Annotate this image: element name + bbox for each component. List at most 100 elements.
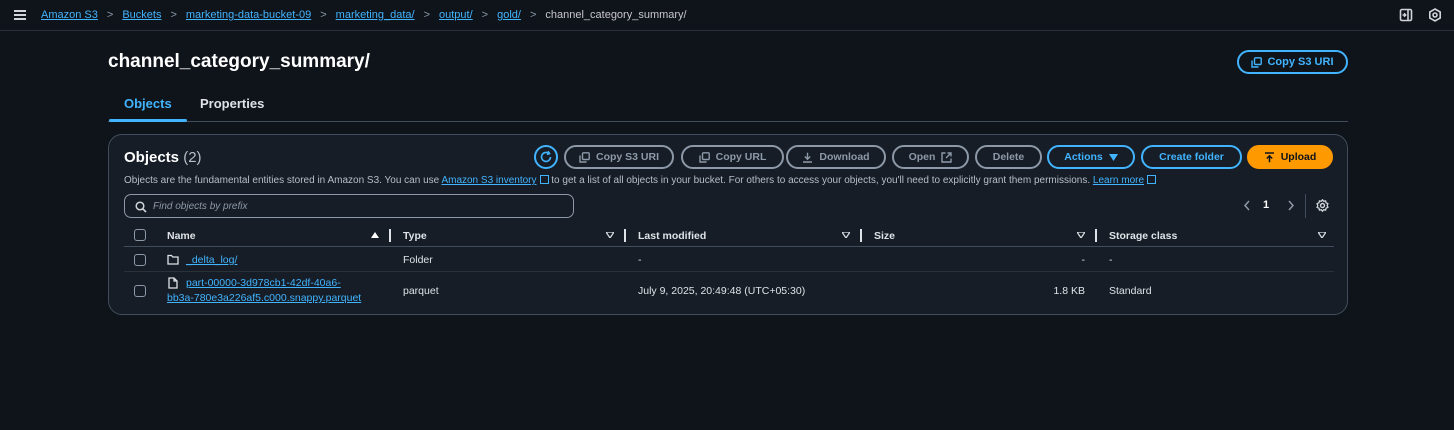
description-text-2: to get a list of all objects in your buc… xyxy=(551,175,1091,186)
actions-button-label: Actions xyxy=(1064,151,1103,163)
external-link-icon xyxy=(1147,175,1157,184)
column-resizer[interactable] xyxy=(624,229,626,242)
tab-bar: Objects Properties xyxy=(108,92,1348,122)
objects-count: (2) xyxy=(183,149,202,166)
breadcrumb-bucket[interactable]: marketing-data-bucket-09 xyxy=(186,9,311,21)
pager-divider xyxy=(1305,194,1306,218)
tab-objects[interactable]: Objects xyxy=(109,96,187,122)
copy-s3-uri-header-button[interactable]: Copy S3 URI xyxy=(1237,50,1348,74)
copy-icon xyxy=(579,151,590,163)
row-size: 1.8 KB xyxy=(1053,285,1085,297)
breadcrumb-buckets[interactable]: Buckets xyxy=(122,9,161,21)
column-type[interactable]: Type xyxy=(403,230,427,242)
row-checkbox[interactable] xyxy=(134,254,146,266)
column-name[interactable]: Name xyxy=(167,230,196,242)
breadcrumb-current: channel_category_summary/ xyxy=(545,9,687,21)
sort-icon[interactable] xyxy=(606,232,614,238)
copy-s3-uri-button[interactable]: Copy S3 URI xyxy=(564,145,674,169)
sort-ascending-icon[interactable] xyxy=(371,232,379,238)
upload-icon xyxy=(1264,151,1274,162)
row-type: parquet xyxy=(403,285,439,297)
select-all-checkbox[interactable] xyxy=(134,229,146,241)
row-last-modified: - xyxy=(638,254,642,266)
external-link-icon xyxy=(539,175,549,184)
objects-panel: Objects (2) Copy S3 URI Copy URL Downloa… xyxy=(108,134,1348,315)
description-text: Objects are the fundamental entities sto… xyxy=(124,175,440,186)
column-last-modified[interactable]: Last modified xyxy=(638,230,706,242)
objects-heading-label: Objects xyxy=(124,149,180,166)
external-link-icon xyxy=(941,151,953,163)
search-icon xyxy=(135,201,147,213)
create-folder-button-label: Create folder xyxy=(1159,151,1224,163)
copy-icon xyxy=(1251,56,1263,68)
delete-button-label: Delete xyxy=(992,151,1025,163)
row-type: Folder xyxy=(403,254,433,266)
sort-icon[interactable] xyxy=(1318,232,1326,238)
actions-dropdown-button[interactable]: Actions xyxy=(1047,145,1135,169)
folder-icon xyxy=(167,254,179,265)
search-field[interactable] xyxy=(124,194,574,218)
copy-s3-uri-label: Copy S3 URI xyxy=(1267,56,1334,68)
breadcrumb: Amazon S3 > Buckets > marketing-data-buc… xyxy=(41,9,687,21)
refresh-icon xyxy=(540,150,552,163)
objects-heading: Objects (2) xyxy=(124,149,202,166)
table-row[interactable]: _delta_log/ Folder - - - xyxy=(124,248,1334,272)
chevron-right-icon: > xyxy=(106,9,114,21)
download-button[interactable]: Download xyxy=(786,145,886,169)
column-storage-class[interactable]: Storage class xyxy=(1109,230,1177,242)
sort-icon[interactable] xyxy=(842,232,850,238)
objects-description: Objects are the fundamental entities sto… xyxy=(124,175,1157,186)
download-button-label: Download xyxy=(819,151,870,163)
row-storage-class: - xyxy=(1109,254,1113,266)
copy-url-button[interactable]: Copy URL xyxy=(681,145,784,169)
object-link-part1[interactable]: part-00000-3d978cb1-42df-40a6- xyxy=(186,277,341,289)
table-row[interactable]: part-00000-3d978cb1-42df-40a6- bb3a-780e… xyxy=(124,272,1334,310)
s3-inventory-link[interactable]: Amazon S3 inventory xyxy=(441,175,536,186)
column-size[interactable]: Size xyxy=(874,230,895,242)
chevron-right-icon: > xyxy=(170,9,177,21)
chevron-right-icon: > xyxy=(423,9,430,21)
page-number[interactable]: 1 xyxy=(1263,199,1269,211)
page-title: channel_category_summary/ xyxy=(108,51,370,72)
panel-toggle-icon[interactable] xyxy=(1399,8,1413,22)
settings-icon[interactable] xyxy=(1428,8,1442,22)
open-button-label: Open xyxy=(908,151,936,163)
breadcrumb-amazon-s3[interactable]: Amazon S3 xyxy=(41,9,98,21)
copy-url-button-label: Copy URL xyxy=(715,151,767,163)
search-input[interactable] xyxy=(153,200,573,212)
chevron-right-icon[interactable] xyxy=(1287,200,1295,211)
breadcrumb-gold[interactable]: gold/ xyxy=(497,9,521,21)
breadcrumb-marketing-data[interactable]: marketing_data/ xyxy=(336,9,415,21)
delete-button[interactable]: Delete xyxy=(975,145,1042,169)
gear-icon[interactable] xyxy=(1316,199,1329,212)
chevron-right-icon: > xyxy=(529,9,537,21)
row-storage-class: Standard xyxy=(1109,285,1152,297)
copy-s3-uri-button-label: Copy S3 URI xyxy=(595,151,659,163)
row-size: - xyxy=(1081,254,1086,266)
copy-icon xyxy=(698,151,710,163)
download-icon xyxy=(803,152,813,163)
table-header: Name Type Last modified Size Storage cla… xyxy=(124,225,1334,247)
column-resizer[interactable] xyxy=(389,229,391,242)
column-resizer[interactable] xyxy=(860,229,862,242)
caret-down-icon xyxy=(1108,153,1118,161)
menu-icon[interactable] xyxy=(14,10,26,20)
file-icon xyxy=(168,277,178,289)
chevron-right-icon: > xyxy=(320,9,327,21)
upload-button[interactable]: Upload xyxy=(1247,145,1333,169)
column-resizer[interactable] xyxy=(1095,229,1097,242)
breadcrumb-output[interactable]: output/ xyxy=(439,9,473,21)
chevron-left-icon[interactable] xyxy=(1243,200,1251,211)
sort-icon[interactable] xyxy=(1077,232,1085,238)
create-folder-button[interactable]: Create folder xyxy=(1141,145,1242,169)
top-navigation-bar: Amazon S3 > Buckets > marketing-data-buc… xyxy=(0,0,1454,31)
folder-link[interactable]: _delta_log/ xyxy=(186,254,237,266)
learn-more-link[interactable]: Learn more xyxy=(1093,175,1144,186)
refresh-button[interactable] xyxy=(534,145,558,169)
tab-properties[interactable]: Properties xyxy=(200,96,264,111)
upload-button-label: Upload xyxy=(1280,151,1317,163)
object-link-part2[interactable]: bb3a-780e3a226af5.c000.snappy.parquet xyxy=(167,292,361,304)
row-checkbox[interactable] xyxy=(134,285,146,297)
row-last-modified: July 9, 2025, 20:49:48 (UTC+05:30) xyxy=(638,285,806,297)
open-button[interactable]: Open xyxy=(892,145,969,169)
